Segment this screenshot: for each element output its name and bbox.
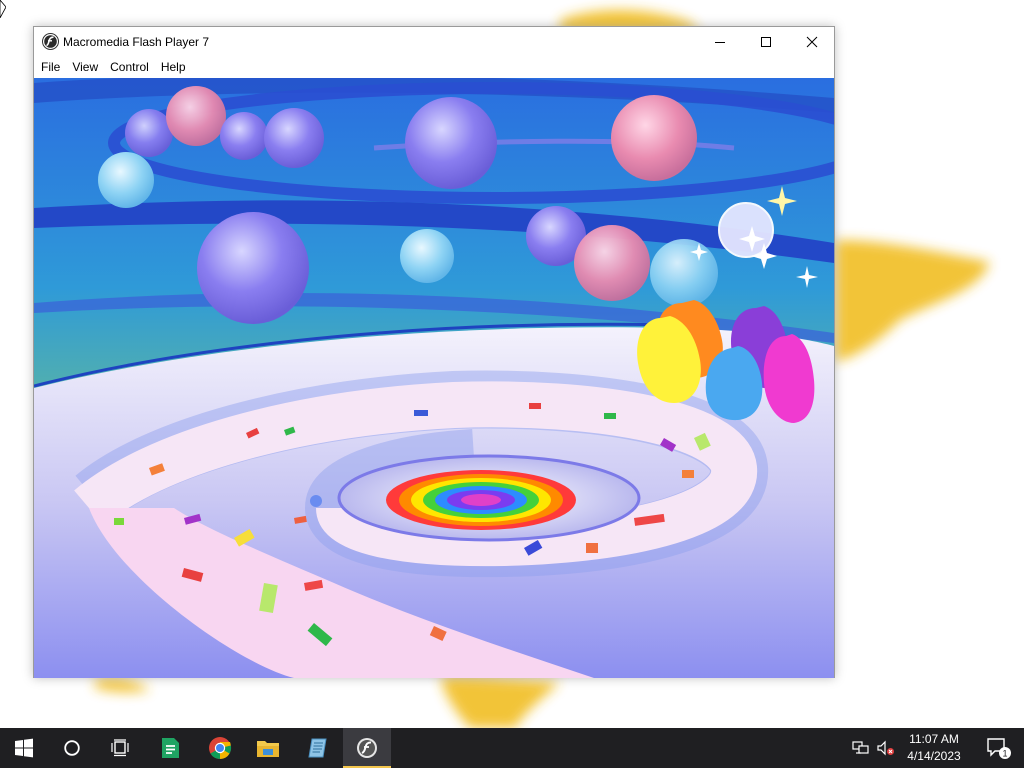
notification-count: 1: [1002, 749, 1007, 759]
network-icon: [852, 741, 869, 754]
taskbar-file-explorer[interactable]: [244, 728, 292, 768]
tray-network[interactable]: [850, 728, 872, 768]
volume-muted-icon: [877, 740, 894, 756]
chrome-icon: [209, 737, 232, 760]
action-center-button[interactable]: 1: [978, 728, 1018, 768]
taskbar-notepad[interactable]: [294, 728, 342, 768]
windows-start-icon: [15, 738, 33, 758]
flash-stage[interactable]: [34, 78, 834, 678]
close-button[interactable]: [789, 27, 835, 57]
maximize-icon: [761, 37, 771, 47]
taskbar-flash-player[interactable]: [343, 728, 391, 768]
menu-view[interactable]: View: [65, 57, 98, 77]
flash-icon: [42, 33, 59, 50]
minimize-icon: [715, 42, 725, 43]
flash-player-window[interactable]: Macromedia Flash Player 7 File View Cont…: [33, 26, 835, 678]
maximize-button[interactable]: [743, 27, 789, 57]
menu-control[interactable]: Control: [103, 57, 149, 77]
search-button[interactable]: [48, 728, 96, 768]
title-bar[interactable]: Macromedia Flash Player 7: [34, 27, 834, 57]
taskbar: 11:07 AM 4/14/2023 1: [0, 728, 1024, 768]
menu-bar: File View Control Help: [34, 57, 834, 77]
tray-volume[interactable]: [875, 728, 897, 768]
menu-help[interactable]: Help: [154, 57, 186, 77]
close-icon: [806, 36, 818, 48]
mouse-cursor-icon: [0, 0, 6, 18]
flash-player-icon: [357, 738, 377, 758]
menu-file[interactable]: File: [34, 57, 60, 77]
notification-icon: 1: [987, 738, 1011, 759]
cortana-search-icon: [64, 740, 80, 756]
clock-date: 4/14/2023: [907, 749, 961, 763]
file-explorer-icon: [257, 741, 279, 757]
spreadsheet-app-icon: [162, 738, 179, 758]
notepad-icon: [308, 738, 327, 758]
task-view-icon: [111, 739, 129, 757]
system-clock[interactable]: 11:07 AM 4/14/2023: [896, 731, 972, 765]
window-title: Macromedia Flash Player 7: [63, 35, 210, 49]
taskbar-chrome[interactable]: [196, 728, 244, 768]
taskbar-spreadsheet-app[interactable]: [146, 728, 194, 768]
clock-time: 11:07 AM: [909, 732, 959, 746]
start-button[interactable]: [0, 728, 48, 768]
task-view-button[interactable]: [96, 728, 144, 768]
minimize-button[interactable]: [697, 27, 743, 57]
